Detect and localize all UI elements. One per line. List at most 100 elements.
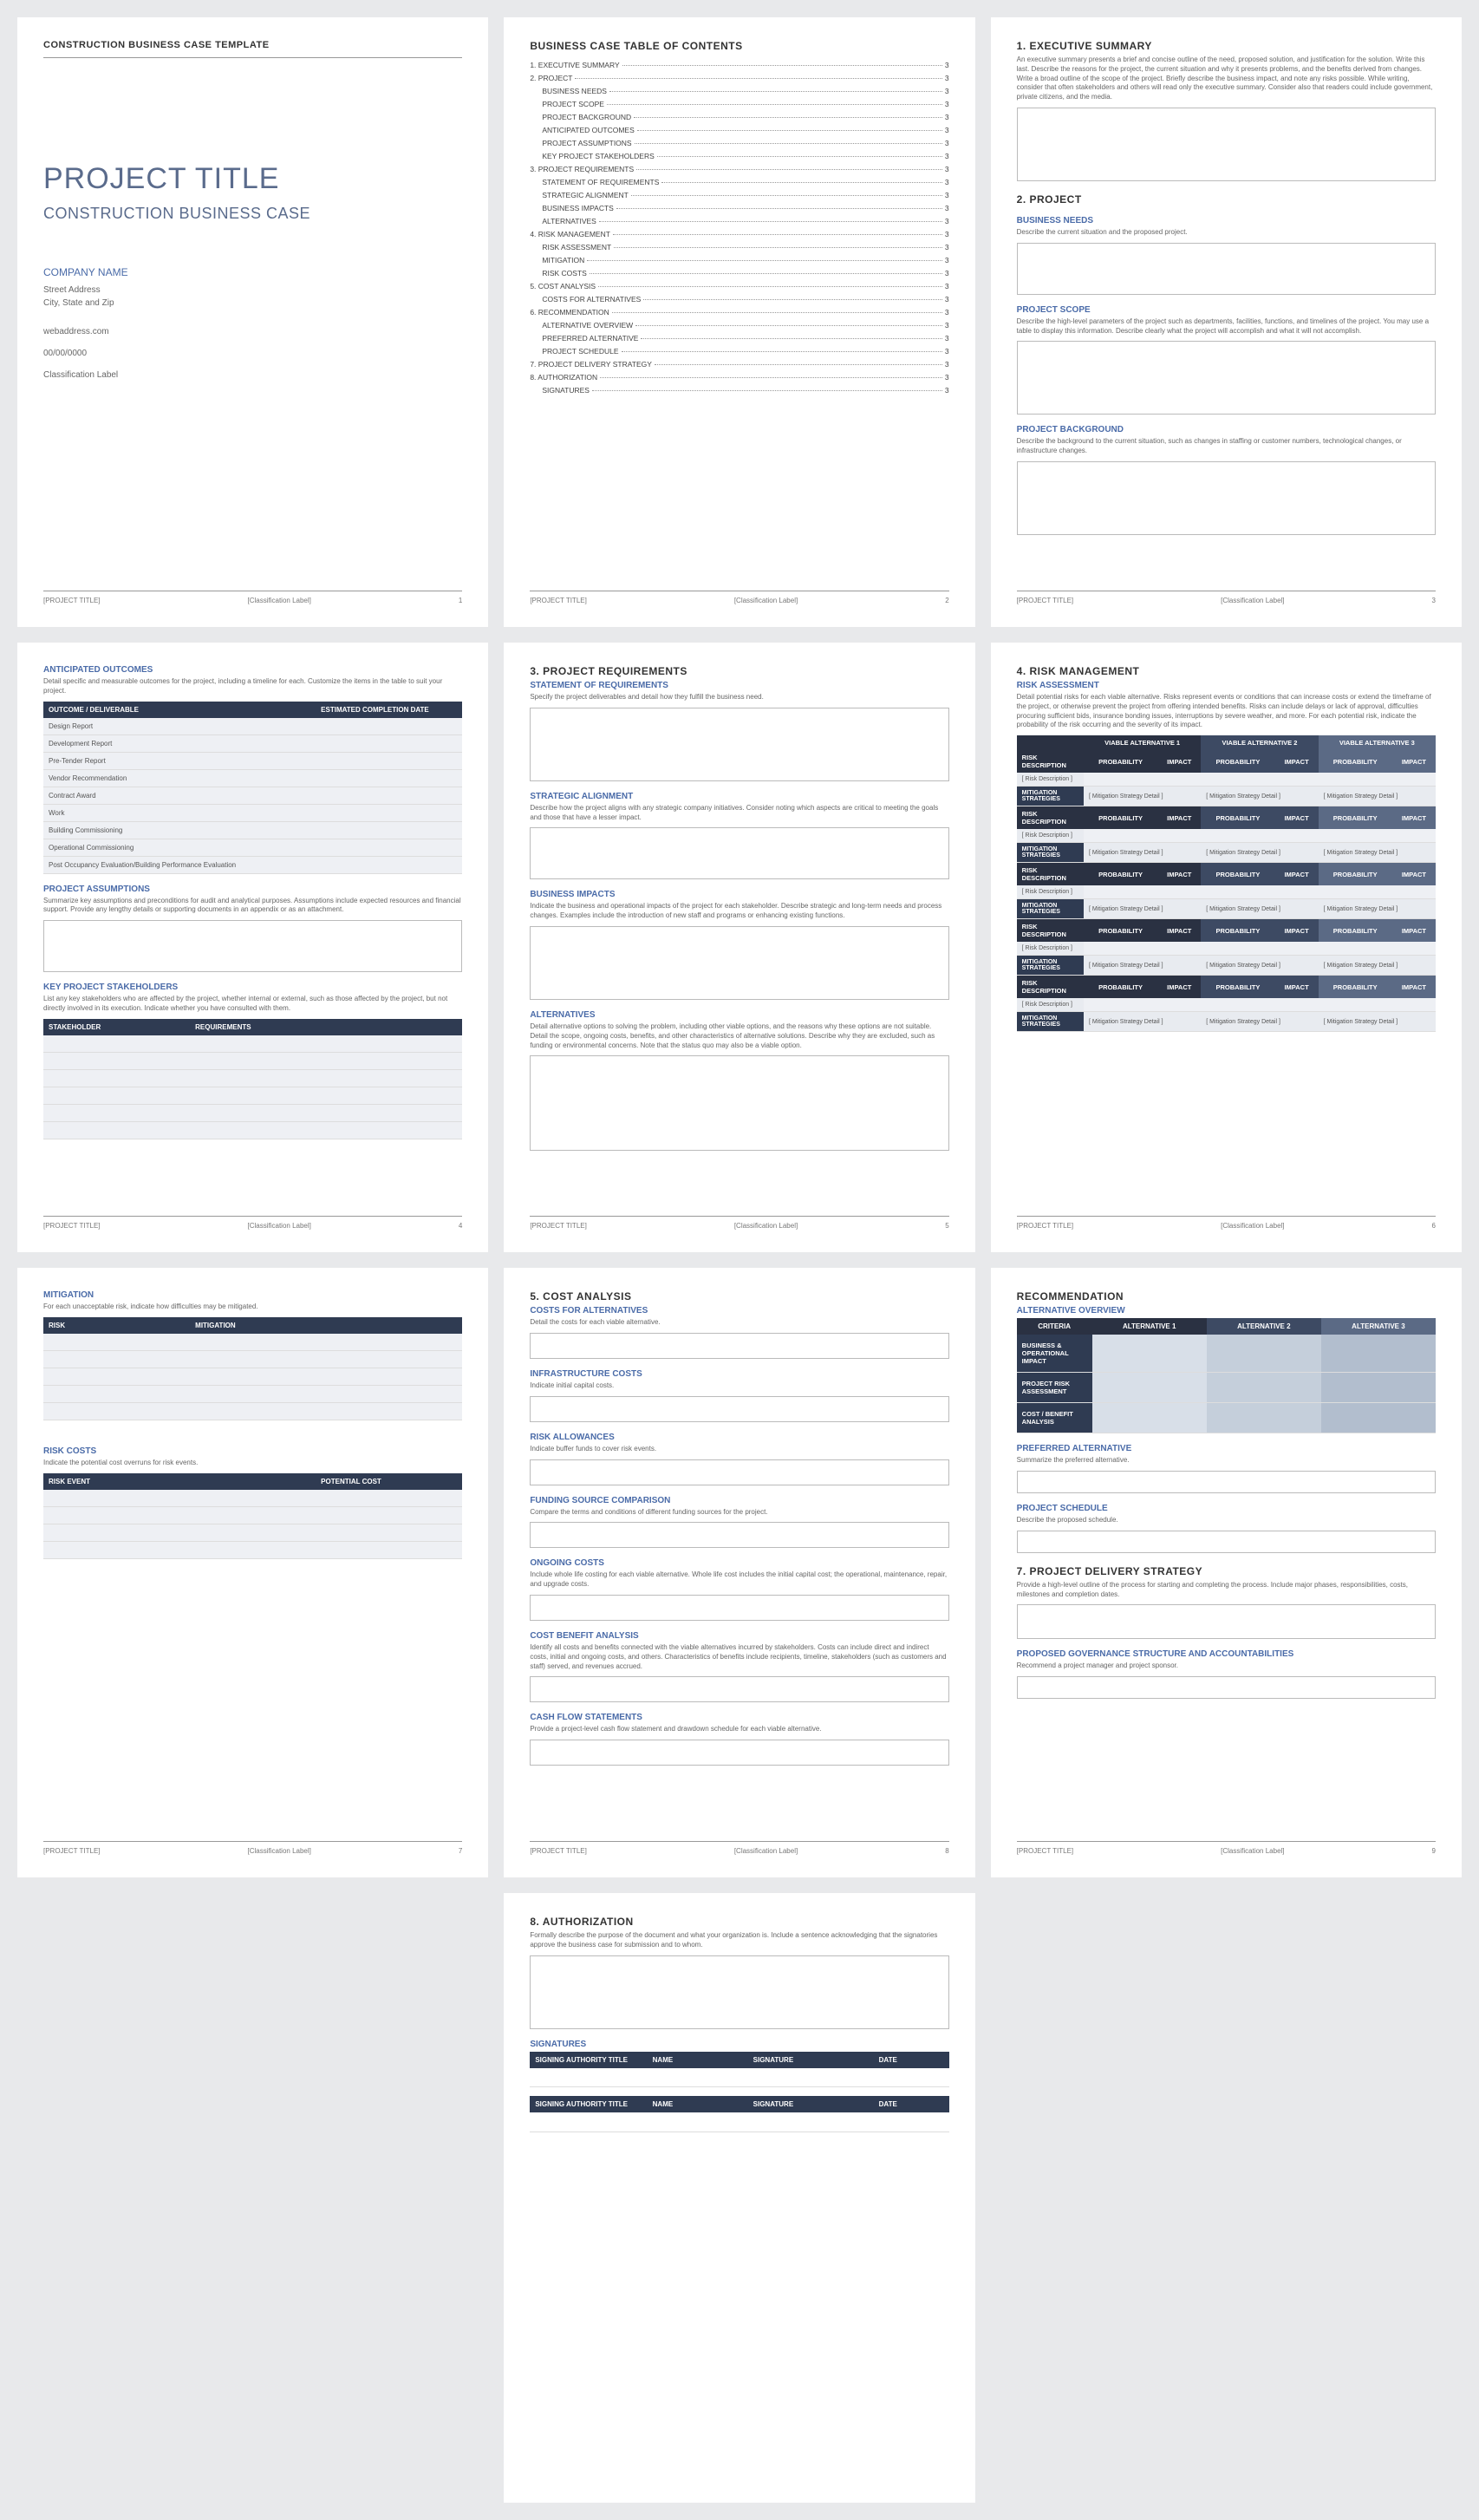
costs-alternatives-box[interactable] [530, 1333, 948, 1359]
ongoing-costs-box[interactable] [530, 1595, 948, 1621]
cost-benefit-desc: Identify all costs and benefits connecte… [530, 1643, 948, 1671]
th-signature: SIGNATURE [748, 2096, 874, 2112]
toc-label: ANTICIPATED OUTCOMES [542, 126, 634, 134]
subheading-risk-allowances: RISK ALLOWANCES [530, 1433, 948, 1442]
street: Street Address [43, 285, 101, 295]
table-row[interactable] [43, 1402, 462, 1420]
toc-label: 8. AUTHORIZATION [530, 373, 597, 382]
page-1-cover: CONSTRUCTION BUSINESS CASE TEMPLATE PROJ… [17, 17, 488, 627]
cost-benefit-box[interactable] [530, 1676, 948, 1702]
table-row[interactable]: Contract Award [43, 787, 462, 804]
table-row[interactable]: Pre-Tender Report [43, 752, 462, 769]
table-row[interactable] [43, 1035, 462, 1053]
th-alt2: VIABLE ALTERNATIVE 2 [1201, 735, 1318, 750]
page-9-recommendation: RECOMMENDATION ALTERNATIVE OVERVIEW CRIT… [991, 1268, 1462, 1877]
authorization-box[interactable] [530, 1955, 948, 2029]
business-needs-desc: Describe the current situation and the p… [1017, 228, 1436, 238]
criteria-risk-assessment: PROJECT RISK ASSESSMENT [1017, 1373, 1092, 1403]
project-schedule-box[interactable] [1017, 1531, 1436, 1553]
table-row[interactable] [43, 1385, 462, 1402]
funding-source-box[interactable] [530, 1522, 948, 1548]
toc-label: PROJECT ASSUMPTIONS [542, 139, 631, 147]
table-row[interactable] [530, 2112, 948, 2132]
page-number: 4 [459, 1222, 462, 1230]
date-cell[interactable] [316, 769, 462, 787]
footer-center: [Classification Label] [734, 1222, 798, 1230]
date-cell[interactable] [316, 734, 462, 752]
toc-page: 3 [945, 113, 949, 121]
table-row[interactable]: Operational Commissioning [43, 839, 462, 856]
infrastructure-costs-box[interactable] [530, 1396, 948, 1422]
business-needs-box[interactable] [1017, 243, 1436, 295]
toc-item: 6. RECOMMENDATION3 [530, 308, 948, 317]
page-2-toc: BUSINESS CASE TABLE OF CONTENTS 1. EXECU… [504, 17, 974, 627]
toc-label: 3. PROJECT REQUIREMENTS [530, 165, 634, 173]
risk-allowances-desc: Indicate buffer funds to cover risk even… [530, 1445, 948, 1454]
toc-label: PROJECT SCHEDULE [542, 347, 618, 356]
anticipated-outcomes-desc: Detail specific and measurable outcomes … [43, 677, 462, 696]
address: Street AddressCity, State and Zip [43, 284, 462, 310]
project-assumptions-box[interactable] [43, 920, 462, 972]
table-row[interactable] [43, 1052, 462, 1069]
footer-center: [Classification Label] [248, 597, 311, 604]
toc-item: SIGNATURES3 [530, 386, 948, 395]
subheading-strategic-alignment: STRATEGIC ALIGNMENT [530, 792, 948, 801]
table-row[interactable] [43, 1104, 462, 1121]
date-cell[interactable] [316, 821, 462, 839]
exec-summary-box[interactable] [1017, 108, 1436, 181]
toc-item: PROJECT SCOPE3 [530, 100, 948, 108]
table-row[interactable]: BUSINESS & OPERATIONAL IMPACT [1017, 1335, 1436, 1373]
toc-label: 2. PROJECT [530, 74, 572, 82]
governance-box[interactable] [1017, 1676, 1436, 1699]
toc-page: 3 [945, 74, 949, 82]
table-row[interactable] [43, 1368, 462, 1385]
statement-requirements-box[interactable] [530, 708, 948, 781]
table-row[interactable] [43, 1506, 462, 1524]
cash-flow-box[interactable] [530, 1740, 948, 1766]
page-3-exec-summary: 1. EXECUTIVE SUMMARY An executive summar… [991, 17, 1462, 627]
date-cell[interactable] [316, 856, 462, 873]
risk-costs-desc: Indicate the potential cost overruns for… [43, 1459, 462, 1468]
project-background-box[interactable] [1017, 461, 1436, 535]
footer-center: [Classification Label] [1221, 1222, 1284, 1230]
page-footer: [PROJECT TITLE][Classification Label]7 [43, 1841, 462, 1855]
table-row[interactable] [43, 1350, 462, 1368]
table-row[interactable]: Development Report [43, 734, 462, 752]
strategic-alignment-box[interactable] [530, 827, 948, 879]
table-row[interactable]: COST / BENEFIT ANALYSIS [1017, 1403, 1436, 1433]
risk-assessment-desc: Detail potential risks for each viable a… [1017, 693, 1436, 730]
date-cell[interactable] [316, 718, 462, 735]
footer-center: [Classification Label] [248, 1847, 311, 1855]
th-alt2: ALTERNATIVE 2 [1207, 1318, 1321, 1335]
table-row[interactable] [43, 1524, 462, 1541]
date-cell[interactable] [316, 752, 462, 769]
delivery-strategy-box[interactable] [1017, 1604, 1436, 1639]
table-row[interactable] [43, 1541, 462, 1558]
table-row[interactable]: Vendor Recommendation [43, 769, 462, 787]
table-row[interactable] [43, 1069, 462, 1087]
subheading-project-background: PROJECT BACKGROUND [1017, 425, 1436, 434]
subheading-costs-alternatives: COSTS FOR ALTERNATIVES [530, 1306, 948, 1315]
date-cell[interactable] [316, 839, 462, 856]
table-row[interactable]: Work [43, 804, 462, 821]
alternatives-box[interactable] [530, 1055, 948, 1151]
business-impacts-box[interactable] [530, 926, 948, 1000]
table-row[interactable] [43, 1490, 462, 1507]
table-row[interactable]: Design Report [43, 718, 462, 735]
table-row[interactable] [530, 2068, 948, 2087]
date-cell[interactable] [316, 787, 462, 804]
table-row[interactable]: PROJECT RISK ASSESSMENT [1017, 1373, 1436, 1403]
preferred-alternative-box[interactable] [1017, 1471, 1436, 1493]
table-row[interactable] [43, 1121, 462, 1139]
toc-page: 3 [945, 269, 949, 277]
toc-label: COSTS FOR ALTERNATIVES [542, 295, 641, 304]
project-scope-box[interactable] [1017, 341, 1436, 415]
page-number: 6 [1432, 1222, 1436, 1230]
table-row[interactable] [43, 1087, 462, 1104]
risk-allowances-box[interactable] [530, 1459, 948, 1485]
table-row[interactable] [43, 1334, 462, 1351]
table-row[interactable]: Building Commissioning [43, 821, 462, 839]
date-cell[interactable] [316, 804, 462, 821]
table-row[interactable]: Post Occupancy Evaluation/Building Perfo… [43, 856, 462, 873]
th-alt1: ALTERNATIVE 1 [1092, 1318, 1207, 1335]
